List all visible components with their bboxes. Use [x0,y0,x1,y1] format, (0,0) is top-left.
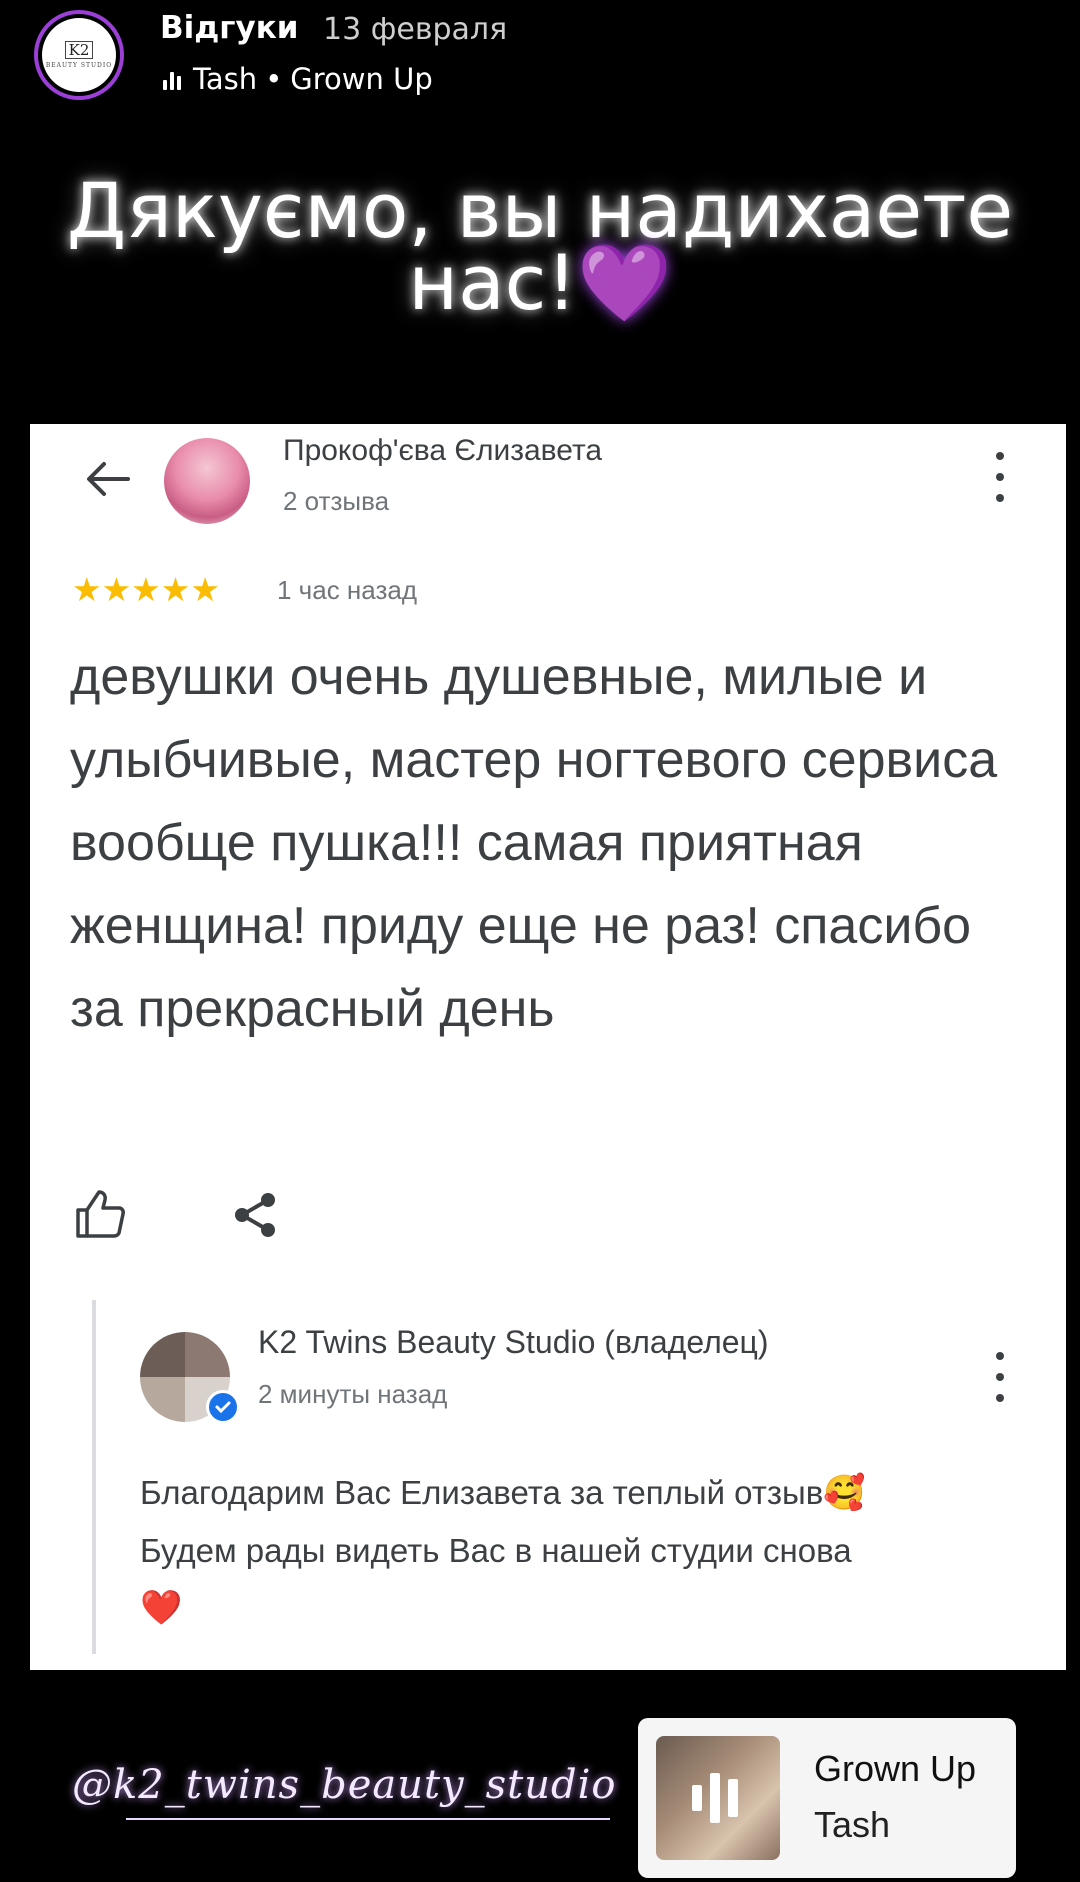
smiling-hearts-emoji: 🥰 [823,1474,866,1512]
reviewer-avatar[interactable] [164,438,250,524]
profile-avatar[interactable]: K2 BEAUTY STUDIO [34,10,124,100]
reviewer-name[interactable]: Прокоф'єва Єлизавета [283,434,602,468]
purple-heart-emoji: 💜 [576,238,672,327]
story-music-row[interactable]: Tash • Grown Up [163,62,433,96]
owner-more-vert-icon[interactable] [990,1352,1010,1402]
reply-line-1: Благодарим Вас Елизавета за теплый отзыв [140,1474,824,1511]
music-bars-icon [692,1770,738,1826]
music-sticker-title: Grown Up [814,1748,977,1789]
music-bars-icon [163,68,181,90]
owner-reply-time: 2 минуты назад [258,1379,448,1409]
album-cover [656,1736,780,1860]
thumbs-up-icon[interactable] [72,1186,128,1242]
handle-underline [126,1818,610,1820]
reviewer-review-count: 2 отзыва [283,486,390,516]
profile-avatar-logo: K2 BEAUTY STUDIO [42,18,116,92]
caption-text: Дякуємо, вы надихаете нас! [66,166,1014,327]
avatar-logo-subtext: BEAUTY STUDIO [45,62,113,69]
share-icon[interactable] [230,1190,280,1240]
more-vert-icon[interactable] [990,452,1010,502]
reply-thread-line [92,1300,96,1654]
review-time: 1 час назад [277,575,417,605]
music-sticker-artist: Tash [814,1804,891,1845]
review-text: девушки очень душевные, милые и улыбчивы… [70,648,998,1038]
music-sticker[interactable]: Grown Up Tash [638,1718,1016,1878]
music-separator: • [265,62,283,96]
review-card: Прокоф'єва Єлизавета 2 отзыва ★★★★★ 1 ча… [30,424,1066,1670]
story-title[interactable]: Відгуки [160,10,298,46]
instagram-handle-sticker[interactable]: @k2_twins_beauty_studio [72,1762,616,1808]
story-caption: Дякуємо, вы надихаете нас!💜 [40,173,1040,321]
star-rating: ★★★★★ [72,572,220,608]
verified-check-icon [206,1390,240,1424]
star-icons: ★★★★★ [72,570,220,609]
music-song: Grown Up [290,62,433,96]
story-date: 13 февраля [323,12,508,47]
story-header: K2 BEAUTY STUDIO Відгуки 13 февраля Tash… [0,0,1080,110]
owner-reply-text: Благодарим Вас Елизавета за теплый отзыв… [140,1464,1060,1637]
reply-line-2: Будем рады видеть Вас в нашей студии сно… [140,1532,852,1569]
owner-name[interactable]: K2 Twins Beauty Studio (владелец) [258,1324,769,1361]
music-artist: Tash [193,62,258,96]
red-heart-emoji: ❤️ [140,1589,183,1627]
back-arrow-icon[interactable] [78,454,138,504]
avatar-logo-text: K2 [64,41,94,59]
